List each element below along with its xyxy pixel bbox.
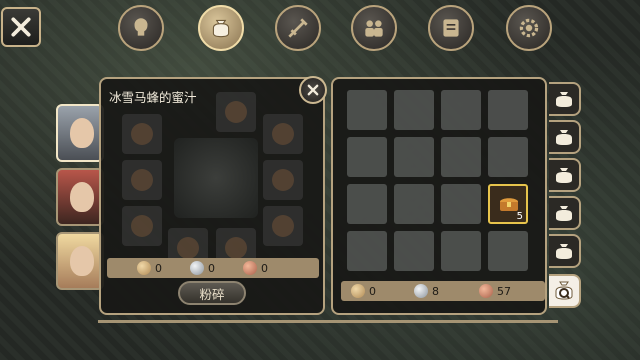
close-button[interactable]: [1, 7, 41, 47]
inventory-slot[interactable]: [394, 137, 434, 177]
inventory-slot[interactable]: [488, 90, 528, 130]
close-icon: [307, 84, 319, 96]
bag-icon: [556, 244, 572, 259]
equip-slot: [122, 206, 162, 246]
copper-balance: 57: [479, 284, 511, 298]
quest-bag-icon: [555, 281, 573, 300]
silver-coin-icon: [414, 284, 428, 298]
inventory-slot[interactable]: [488, 231, 528, 271]
crush-reward-bar: 0 0 0: [107, 258, 319, 278]
character-portrait-3[interactable]: [56, 232, 104, 290]
item-count: 5: [516, 211, 523, 222]
copper-reward: 0: [243, 261, 268, 275]
treasure-chest-icon: [500, 198, 518, 211]
top-nav: [118, 5, 558, 51]
silver-balance: 8: [414, 284, 439, 298]
silver-reward: 0: [190, 261, 215, 275]
bag-icon: [556, 206, 572, 221]
copper-coin-icon: [243, 261, 257, 275]
head-icon: [134, 18, 148, 36]
tab-team[interactable]: [351, 5, 397, 51]
tab-skills[interactable]: [275, 5, 321, 51]
equip-slot: [216, 92, 256, 132]
inventory-slot[interactable]: [441, 231, 481, 271]
tab-settings[interactable]: [506, 5, 552, 51]
inventory-slot[interactable]: [394, 184, 434, 224]
inventory-slot[interactable]: [441, 184, 481, 224]
quest-bag-tab[interactable]: [549, 274, 581, 308]
currency-bar: 0 8 57: [341, 281, 545, 301]
inventory-slot[interactable]: [347, 137, 387, 177]
inventory-slot[interactable]: [488, 137, 528, 177]
bag-icon: [212, 19, 230, 38]
equip-slot: [263, 114, 303, 154]
inventory-slot[interactable]: [347, 231, 387, 271]
inventory-slot[interactable]: [441, 137, 481, 177]
scroll-icon: [443, 19, 459, 37]
silver-coin-icon: [190, 261, 204, 275]
inventory-slot[interactable]: [441, 90, 481, 130]
inventory-slot[interactable]: [394, 231, 434, 271]
tab-quests[interactable]: [428, 5, 474, 51]
avatar: [70, 246, 94, 276]
team-icon: [365, 20, 383, 37]
tab-character[interactable]: [118, 5, 164, 51]
divider: [98, 320, 558, 323]
inventory-slot[interactable]: [394, 90, 434, 130]
sword-icon: [288, 18, 308, 38]
gold-reward: 0: [137, 261, 162, 275]
bag-icon: [556, 168, 572, 183]
close-panel-button[interactable]: [299, 76, 327, 104]
close-icon: [11, 17, 31, 37]
avatar: [70, 118, 94, 148]
equip-slot: [122, 160, 162, 200]
tab-inventory[interactable]: [198, 5, 244, 51]
character-model: [174, 138, 258, 218]
gear-icon: [519, 18, 539, 38]
gold-balance: 0: [351, 284, 376, 298]
equip-slot: [122, 114, 162, 154]
inventory-slot[interactable]: [347, 90, 387, 130]
bag-icon: [556, 130, 572, 145]
bag-icon: [556, 92, 572, 107]
inventory-slot-selected[interactable]: 5: [488, 184, 528, 224]
equip-slot: [263, 206, 303, 246]
item-title: 冰雪马蜂的蜜汁: [109, 90, 197, 105]
crush-button[interactable]: 粉碎: [178, 281, 246, 305]
bag-tab-2[interactable]: [549, 120, 581, 154]
copper-coin-icon: [479, 284, 493, 298]
gold-coin-icon: [351, 284, 365, 298]
inventory-slot[interactable]: [347, 184, 387, 224]
gold-coin-icon: [137, 261, 151, 275]
character-portrait-1[interactable]: [56, 104, 104, 162]
inventory-grid: 5: [347, 90, 531, 274]
equip-slot: [263, 160, 303, 200]
bag-tab-3[interactable]: [549, 158, 581, 192]
character-portrait-2[interactable]: [56, 168, 104, 226]
bag-tab-4[interactable]: [549, 196, 581, 230]
bag-tab-5[interactable]: [549, 234, 581, 268]
avatar: [70, 182, 94, 212]
bag-tab-1[interactable]: [549, 82, 581, 116]
